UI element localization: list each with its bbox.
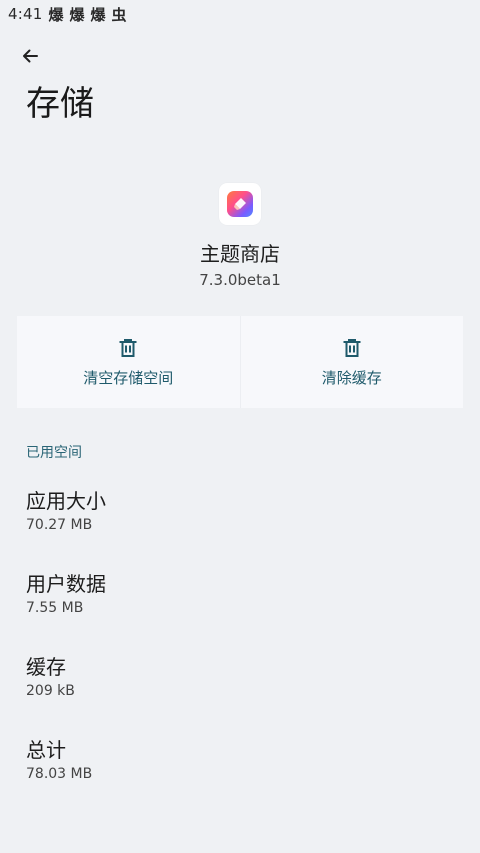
theme-store-app-icon [227, 191, 253, 217]
stat-value: 70.27 MB [26, 517, 93, 533]
storage-actions: 清空存储空间 清除缓存 [17, 316, 463, 408]
notification-icon: 爆 [69, 5, 85, 24]
brush-icon [234, 198, 246, 210]
stat-user-data: 用户数据 7.55 MB [26, 571, 106, 618]
notification-icon: 虫 [111, 5, 127, 24]
clear-cache-label: 清除缓存 [321, 368, 382, 387]
trash-icon [343, 338, 361, 357]
trash-icon [119, 338, 137, 357]
notification-icon: 爆 [90, 5, 106, 24]
app-icon-container [219, 183, 261, 225]
stat-app-size: 应用大小 70.27 MB [26, 488, 106, 535]
clear-storage-label: 清空存储空间 [83, 368, 174, 387]
stat-value: 7.55 MB [26, 600, 84, 616]
section-header-used-space: 已用空间 [26, 445, 82, 461]
page-title: 存储 [26, 84, 94, 124]
clear-cache-button[interactable]: 清除缓存 [239, 316, 463, 408]
clear-storage-button[interactable]: 清空存储空间 [17, 316, 240, 408]
stat-label: 应用大小 [26, 489, 106, 513]
notification-icon: 爆 [48, 5, 64, 24]
stat-label: 缓存 [26, 655, 66, 679]
stat-total: 总计 78.03 MB [26, 737, 92, 784]
stat-value: 78.03 MB [26, 766, 93, 782]
app-name: 主题商店 [200, 242, 280, 266]
stat-value: 209 kB [26, 683, 75, 699]
stat-label: 用户数据 [26, 572, 106, 596]
back-button[interactable] [14, 40, 46, 72]
stat-cache: 缓存 209 kB [26, 654, 75, 701]
app-version: 7.3.0beta1 [199, 271, 281, 289]
stat-label: 总计 [26, 738, 66, 762]
status-time: 4:41 [8, 5, 43, 23]
status-bar: 4:41 爆 爆 爆 虫 [0, 0, 480, 28]
arrow-left-icon [23, 49, 38, 63]
